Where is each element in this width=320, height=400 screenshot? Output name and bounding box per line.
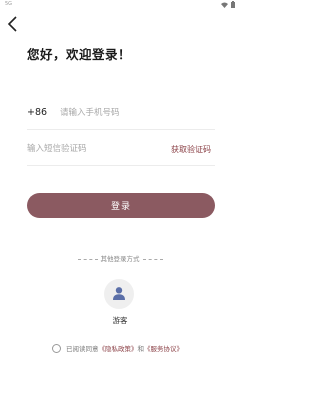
back-button[interactable]	[6, 14, 22, 34]
country-code[interactable]: +86	[27, 107, 47, 118]
verification-code-input[interactable]	[27, 139, 157, 159]
user-icon	[112, 285, 126, 304]
battery-icon	[231, 1, 235, 8]
agreement-prefix: 已阅读同意	[66, 345, 99, 353]
get-code-button[interactable]: 获取验证码	[171, 144, 211, 155]
phone-input[interactable]	[60, 103, 210, 123]
other-login-label: 其他登录方式	[100, 255, 140, 263]
agreement-checkbox[interactable]	[52, 343, 61, 353]
guest-label: 游客	[112, 316, 128, 325]
status-icons	[221, 1, 235, 8]
wifi-icon	[221, 2, 228, 8]
agreement: 已阅读同意 《隐私政策》 和 《服务协议》	[52, 343, 183, 353]
chevron-left-icon	[6, 16, 20, 38]
phone-row: +86	[27, 99, 215, 130]
divider-right	[142, 258, 163, 260]
guest-login-button[interactable]	[104, 279, 134, 309]
privacy-policy-link[interactable]: 《隐私政策》	[99, 343, 138, 353]
service-agreement-link[interactable]: 《服务协议》	[144, 343, 183, 353]
page-title: 您好，欢迎登录！	[27, 47, 132, 62]
login-button[interactable]: 登录	[27, 193, 215, 218]
status-bar: 5G	[0, 0, 240, 10]
divider-left	[77, 258, 98, 260]
network-label: 5G	[5, 1, 13, 7]
code-row: 获取验证码	[27, 135, 215, 166]
other-login-divider: 其他登录方式	[0, 253, 240, 263]
